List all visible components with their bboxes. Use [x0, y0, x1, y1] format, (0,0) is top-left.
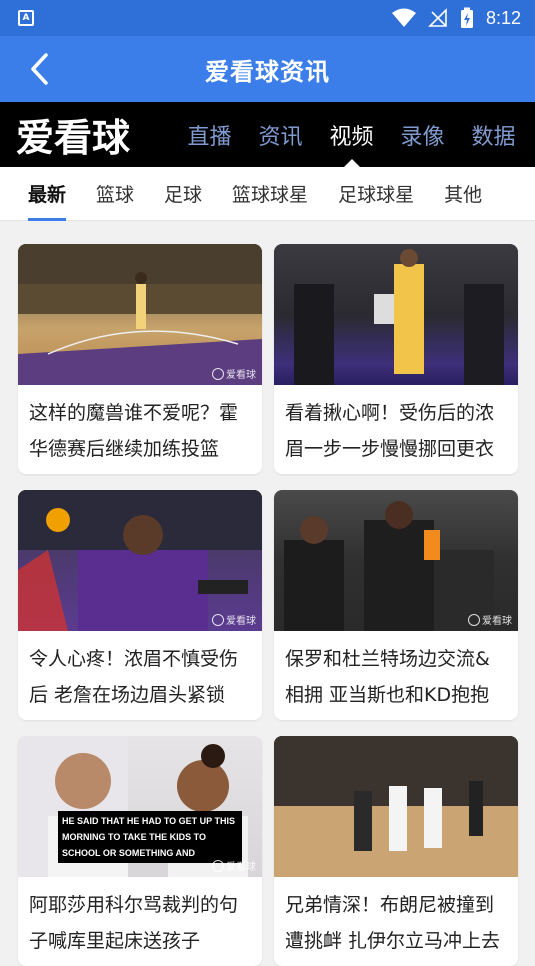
- video-card[interactable]: 兄弟情深！布朗尼被撞到遭挑衅 扎伊尔立马冲上去: [274, 736, 518, 966]
- category-tab-latest[interactable]: 最新: [28, 167, 67, 221]
- clock: 8:12: [485, 7, 521, 28]
- watermark: 爱看球: [212, 858, 256, 873]
- brand-bar: 爱看球 直播 资讯 视频 录像 数据: [0, 102, 535, 167]
- page-title: 爱看球资讯: [205, 57, 330, 86]
- chevron-left-icon: [31, 53, 48, 85]
- game-image: [274, 736, 518, 877]
- brand-logo: 爱看球: [16, 107, 154, 162]
- category-tab-football-stars[interactable]: 足球球星: [338, 167, 414, 221]
- back-button[interactable]: [22, 52, 56, 86]
- status-bar: A 8:12: [0, 0, 535, 36]
- subtitle-caption: HE SAID THAT HE HAD TO GET UP THIS MORNI…: [58, 811, 242, 863]
- video-thumbnail: 爱看球: [274, 490, 518, 631]
- tab-news[interactable]: 资讯: [245, 102, 316, 167]
- video-card[interactable]: 爱看球 这样的魔兽谁不爱呢？霍华德赛后继续加练投篮: [18, 244, 262, 474]
- video-title: 保罗和杜兰特场边交流&相拥 亚当斯也和KD抱抱: [285, 648, 490, 706]
- court-image: [18, 244, 262, 385]
- notification-icon: A: [18, 10, 34, 26]
- watermark: 爱看球: [212, 366, 256, 381]
- watermark: 爱看球: [468, 612, 512, 627]
- category-tabs: 最新 篮球 足球 篮球球星 足球球星 其他: [0, 167, 535, 221]
- tab-video[interactable]: 视频: [316, 102, 387, 167]
- tab-stats[interactable]: 数据: [458, 102, 529, 167]
- status-icons: 8:12: [391, 0, 521, 36]
- video-title: 令人心疼！浓眉不慎受伤后 老詹在场边眉头紧锁: [29, 648, 239, 706]
- video-title: 这样的魔兽谁不爱呢？霍华德赛后继续加练投篮: [29, 402, 239, 460]
- no-signal-icon: [428, 8, 447, 27]
- video-title: 看着揪心啊！受伤后的浓眉一步一步慢慢挪回更衣室: [285, 402, 495, 460]
- video-thumbnail: HE SAID THAT HE HAD TO GET UP THIS MORNI…: [18, 736, 262, 877]
- brand-tabs: 直播 资讯 视频 录像 数据: [174, 102, 529, 167]
- video-card[interactable]: 爱看球 令人心疼！浓眉不慎受伤后 老詹在场边眉头紧锁: [18, 490, 262, 720]
- watermark: 爱看球: [212, 612, 256, 627]
- video-thumbnail: [274, 736, 518, 877]
- courtside-image: [284, 501, 494, 631]
- video-thumbnail: [274, 244, 518, 385]
- tunnel-image: [294, 249, 504, 385]
- brand-logo-text: 爱看球: [16, 115, 131, 160]
- video-title: 兄弟情深！布朗尼被撞到遭挑衅 扎伊尔立马冲上去: [285, 894, 501, 952]
- video-thumbnail: 爱看球: [18, 244, 262, 385]
- app-bar: 爱看球资讯: [0, 36, 535, 102]
- player-bench-image: [18, 490, 262, 631]
- tab-replay[interactable]: 录像: [387, 102, 458, 167]
- category-tab-other[interactable]: 其他: [444, 167, 482, 221]
- video-card[interactable]: 看着揪心啊！受伤后的浓眉一步一步慢慢挪回更衣室: [274, 244, 518, 474]
- category-tab-football[interactable]: 足球: [164, 167, 202, 221]
- video-grid: 爱看球 这样的魔兽谁不爱呢？霍华德赛后继续加练投篮 看着揪心啊！受伤后的浓眉一步…: [18, 244, 518, 966]
- category-tab-basketball[interactable]: 篮球: [96, 167, 134, 221]
- wifi-icon: [391, 8, 416, 27]
- video-card[interactable]: HE SAID THAT HE HAD TO GET UP THIS MORNI…: [18, 736, 262, 966]
- category-tab-basketball-stars[interactable]: 篮球球星: [232, 167, 308, 221]
- video-title: 阿耶莎用科尔骂裁判的句子喊库里起床送孩子: [29, 894, 239, 952]
- video-thumbnail: 爱看球: [18, 490, 262, 631]
- battery-charging-icon: [460, 7, 473, 28]
- tab-live[interactable]: 直播: [174, 102, 245, 167]
- video-card[interactable]: 爱看球 保罗和杜兰特场边交流&相拥 亚当斯也和KD抱抱: [274, 490, 518, 720]
